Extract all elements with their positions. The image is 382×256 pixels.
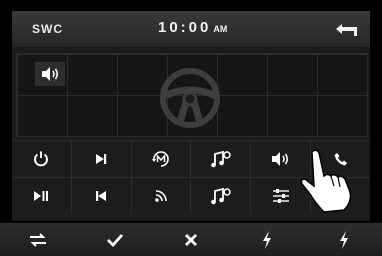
- power-icon: [34, 151, 49, 167]
- music-button-2[interactable]: [191, 178, 252, 214]
- next-track-icon: [96, 154, 107, 164]
- music-icon: [211, 150, 231, 168]
- confirm-button[interactable]: [76, 223, 152, 256]
- mode-icon: [152, 151, 169, 167]
- play-pause-button[interactable]: [12, 178, 72, 214]
- learn-icon: [339, 230, 348, 249]
- confirm-icon: [106, 233, 123, 247]
- power-button[interactable]: [12, 141, 72, 177]
- clear-button[interactable]: [153, 223, 229, 256]
- equalizer-icon: [272, 189, 289, 203]
- panel-volume-indicator: [35, 62, 65, 86]
- top-bar: SWC 10:00 AM: [12, 11, 370, 47]
- clock: 10:00 AM: [158, 19, 227, 36]
- volume-icon: [271, 152, 288, 166]
- back-arrow-icon: [336, 24, 357, 36]
- page-title: SWC: [32, 22, 63, 36]
- learn-icon: [263, 230, 272, 249]
- clear-icon: [185, 233, 198, 246]
- steering-wheel-panel: [16, 53, 368, 137]
- next-track-button[interactable]: [71, 141, 132, 177]
- radio-icon: [155, 190, 167, 202]
- volume-icon: [42, 67, 59, 81]
- prev-track-icon: [96, 191, 107, 201]
- learn-button-1[interactable]: [229, 223, 305, 256]
- learn-button-2[interactable]: [306, 223, 382, 256]
- pointing-hand-icon: [300, 149, 352, 213]
- play-pause-icon: [34, 191, 49, 201]
- music-button[interactable]: [191, 141, 252, 177]
- steering-wheel-icon: [160, 68, 220, 128]
- back-button[interactable]: [332, 17, 362, 41]
- radio-button[interactable]: [131, 178, 192, 214]
- mode-button[interactable]: [131, 141, 192, 177]
- clock-time: 10:00: [158, 19, 212, 36]
- prev-track-button[interactable]: [71, 178, 132, 214]
- music-icon: [211, 187, 231, 205]
- bottom-bar: [0, 223, 382, 256]
- swap-icon: [30, 232, 47, 247]
- clock-ampm: AM: [213, 24, 228, 34]
- swap-button[interactable]: [0, 223, 76, 256]
